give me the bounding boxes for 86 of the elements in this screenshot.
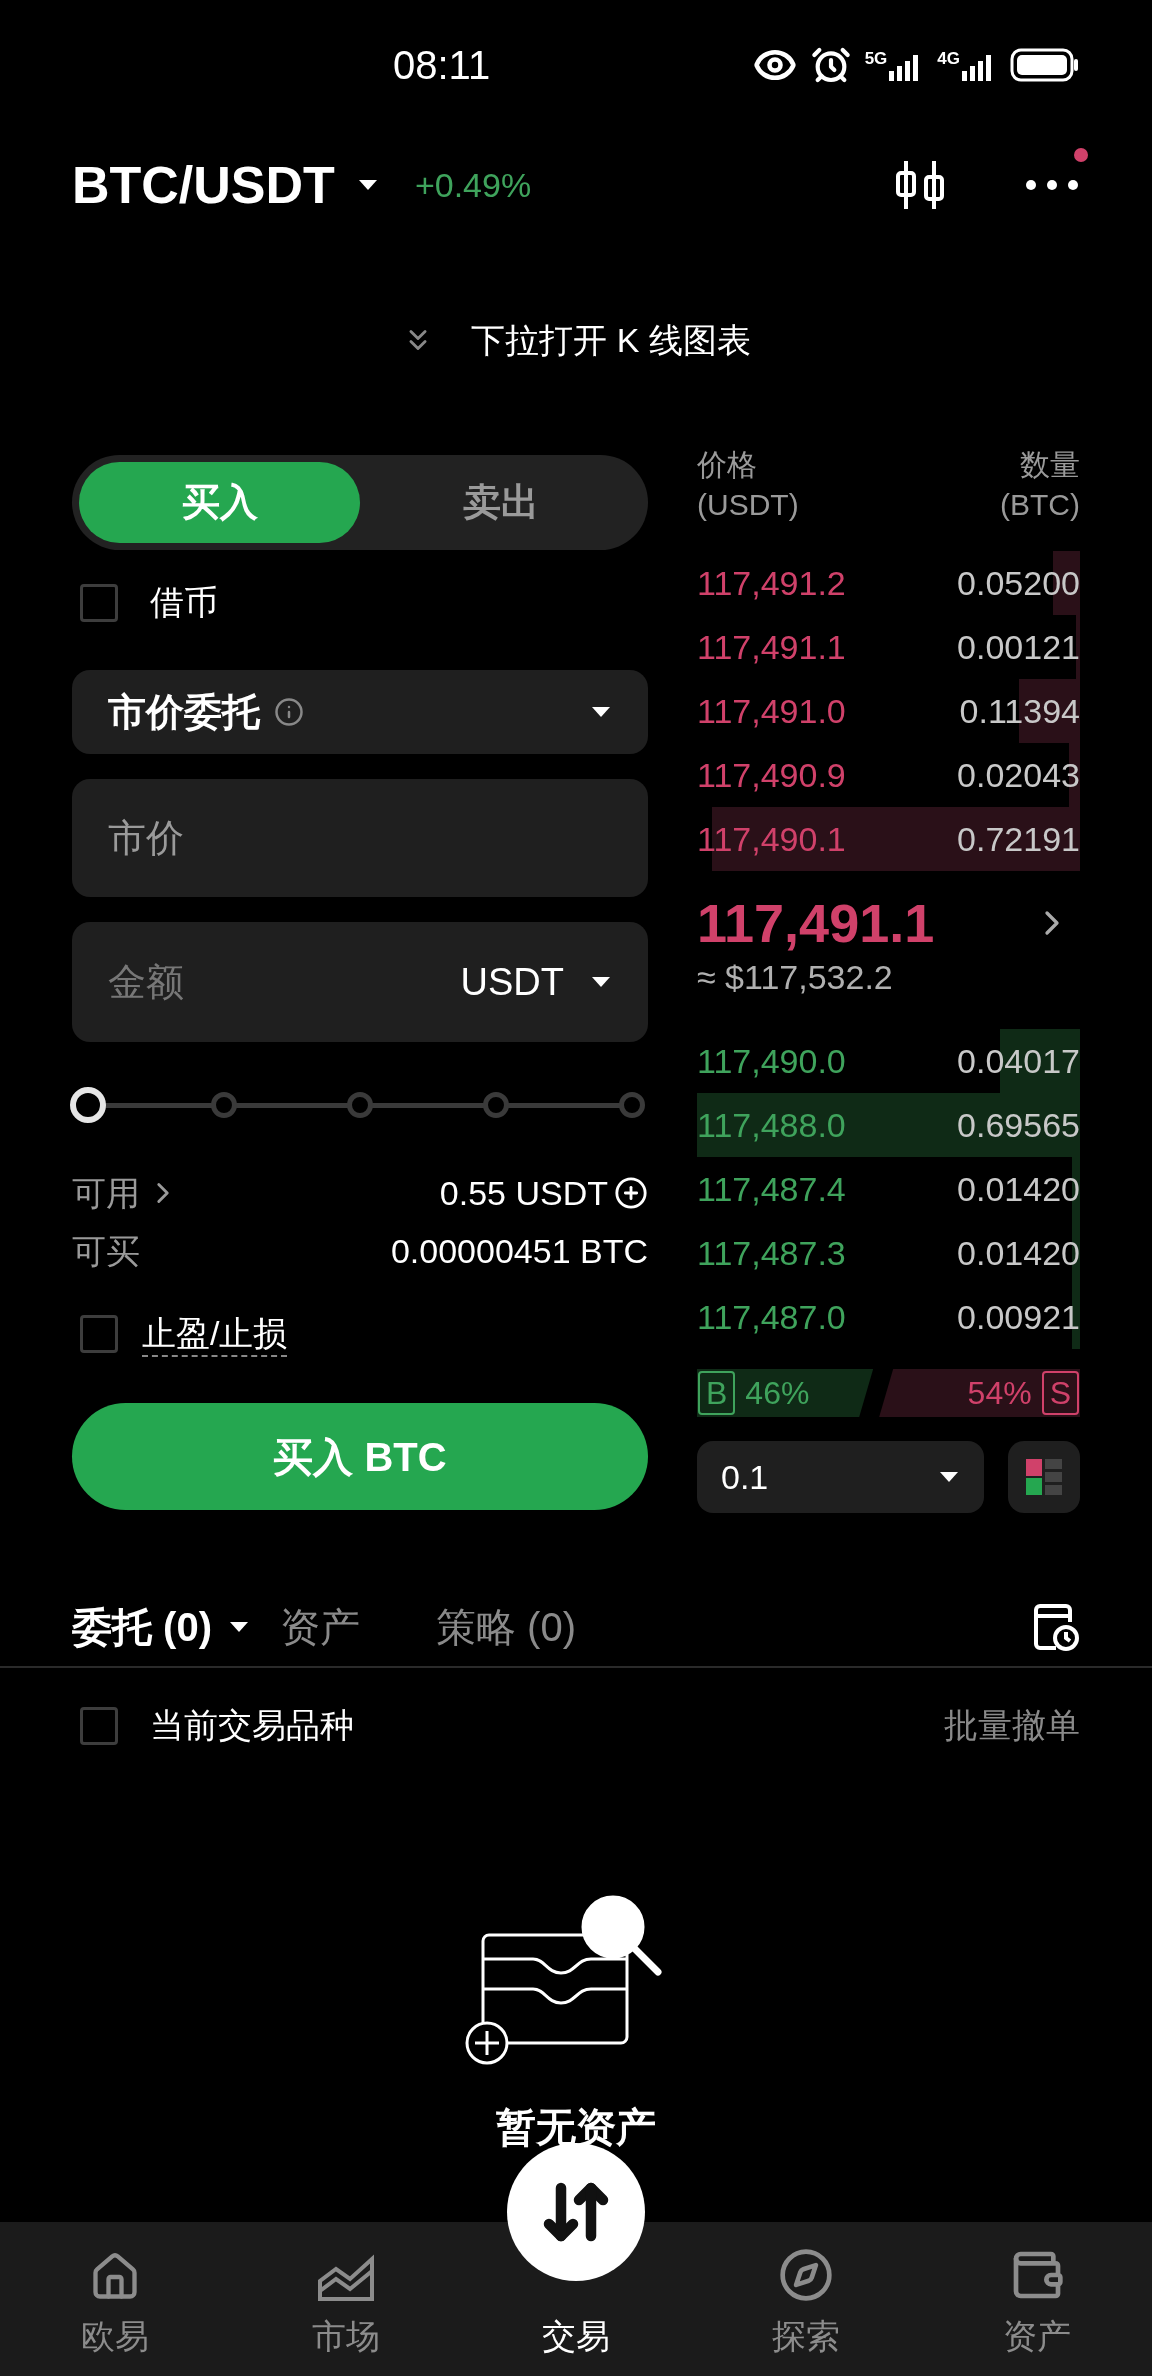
order-book-row[interactable]: 117,487.3 0.01420 [697,1221,1080,1285]
order-price: 117,487.3 [697,1232,846,1274]
caret-icon [228,1620,250,1634]
last-price-usd: ≈ $117,532.2 [697,957,894,998]
order-price: 117,490.0 [697,1040,846,1082]
layout-toggle[interactable] [1008,1441,1080,1513]
network-label: 5G [864,49,888,67]
order-quantity: 0.05200 [957,562,1080,604]
order-quantity: 0.11394 [959,690,1080,732]
buy-badge: B [698,1371,736,1415]
order-book-row[interactable]: 117,487.4 0.01420 [697,1157,1080,1221]
available-label[interactable]: 可用 [72,1167,140,1219]
price-change: +0.49% [414,164,532,206]
quantity-unit: (BTC) [1000,487,1080,523]
depth-dropdown[interactable]: 0.1 [697,1441,984,1513]
nav-tab[interactable]: 探索 [772,2247,841,2362]
order-quantity: 0.69565 [957,1104,1080,1146]
compass-icon [778,2247,835,2303]
caret-icon [590,705,612,719]
order-price: 117,491.0 [697,690,846,732]
order-quantity: 0.04017 [957,1040,1080,1082]
info-icon [274,697,304,727]
order-quantity: 0.02043 [957,754,1080,796]
network-label: 4G [937,49,960,67]
order-price: 117,487.0 [697,1296,846,1338]
chart-pull-hint[interactable]: 下拉打开 K 线图表 [471,314,751,366]
order-tab[interactable]: 策略 (0) [436,1597,576,1657]
order-book-row[interactable]: 117,491.0 0.11394 [697,679,1080,743]
tp-sl-label[interactable]: 止盈/止损 [142,1310,288,1357]
order-tab[interactable]: 资产 [280,1597,360,1657]
status-time: 08:11 [393,42,491,89]
pair-title[interactable]: BTC/USDT [72,146,335,224]
buyable-value: 0.00000451 BTC [390,1230,648,1272]
add-icon[interactable] [614,1176,648,1210]
sell-ratio: 54% [967,1374,1032,1413]
order-book-row[interactable]: 117,491.1 0.00121 [697,615,1080,679]
order-quantity: 0.00921 [957,1296,1080,1338]
empty-message: 暂无资产 [496,2104,656,2151]
side-tab[interactable]: 卖出 [360,462,641,543]
order-type-dropdown[interactable]: 市价委托 [72,670,648,754]
cancel-all-button[interactable]: 批量撤单 [944,1700,1080,1751]
buy-ratio: 46% [745,1374,810,1413]
order-book-row[interactable]: 117,490.9 0.02043 [697,743,1080,807]
alarm-icon [810,45,851,85]
caret-icon [590,975,612,989]
battery-icon [1010,48,1080,82]
last-price: 117,491.1 [697,892,935,955]
order-price: 117,491.2 [697,562,846,604]
slider-thumb[interactable] [70,1087,106,1123]
order-quantity: 0.00121 [957,626,1080,668]
price-column-header: 价格 [697,447,758,483]
order-book-row[interactable]: 117,490.0 0.04017 [697,1029,1080,1093]
order-book-row[interactable]: 117,487.0 0.00921 [697,1285,1080,1349]
order-book-row[interactable]: 117,491.2 0.05200 [697,551,1080,615]
nav-tab[interactable]: 市场 [311,2251,380,2362]
quantity-column-header: 数量 [1020,447,1080,483]
price-unit: (USDT) [697,487,799,523]
unit-selector[interactable]: USDT [460,953,564,1011]
more-icon[interactable] [1024,178,1080,192]
price-field[interactable]: 市价 [72,779,648,897]
caret-icon [938,1470,960,1484]
checkbox[interactable] [80,1314,118,1353]
caret-icon [356,178,379,192]
checkbox[interactable] [80,1706,118,1745]
checkbox[interactable] [80,583,118,622]
order-quantity: 0.01420 [957,1232,1080,1274]
order-quantity: 0.72191 [957,818,1080,860]
order-quantity: 0.01420 [957,1168,1080,1210]
order-book-row[interactable]: 117,488.0 0.69565 [697,1093,1080,1157]
nav-tab[interactable]: 资产 [1002,2247,1071,2362]
order-price: 117,488.0 [697,1104,846,1146]
order-price: 117,490.1 [697,818,846,860]
nav-tab[interactable]: 欧易 [81,2251,150,2362]
order-price: 117,487.4 [697,1168,846,1210]
available-value: 0.55 USDT [439,1172,608,1214]
order-history-icon[interactable] [1032,1602,1080,1652]
sell-badge: S [1041,1371,1079,1415]
order-book-row[interactable]: 117,490.1 0.72191 [697,807,1080,871]
order-price: 117,491.1 [697,626,846,668]
buyable-label: 可买 [72,1230,140,1272]
borrow-label: 借币 [150,582,218,623]
amount-field[interactable]: 金额 USDT [72,922,648,1042]
order-tab[interactable]: 委托 (0) [72,1597,212,1657]
order-price: 117,490.9 [697,754,846,796]
current-pair-filter: 当前交易品种 [150,1705,354,1746]
book-layout-icon [1024,1457,1064,1497]
